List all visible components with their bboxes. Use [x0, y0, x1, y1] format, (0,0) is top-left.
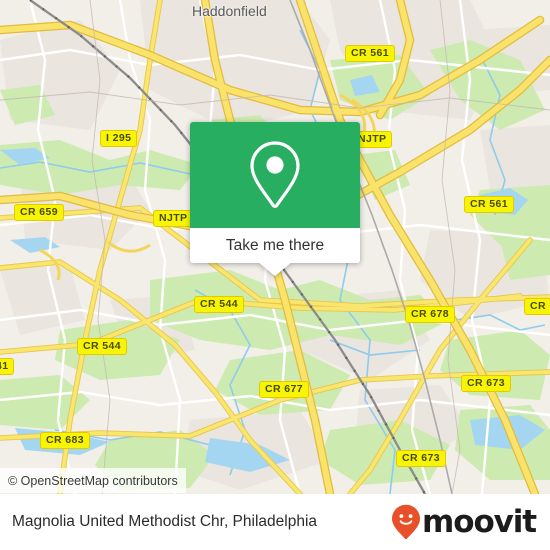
moovit-wordmark: moovit [422, 503, 537, 540]
location-pin-icon [250, 141, 300, 208]
place-label-haddonfield: Haddonfield [192, 3, 267, 19]
road-shield: CR [524, 298, 550, 315]
map-screenshot: Haddonfield CR 561 I 295 NJTP CR 561 CR … [0, 0, 550, 550]
bottom-bar: Magnolia United Methodist Chr, Philadelp… [0, 494, 550, 550]
popup-header [190, 122, 360, 228]
road-shield: CR 673 [461, 375, 512, 392]
road-shield: CR 544 [194, 296, 245, 313]
take-me-there-label: Take me there [225, 236, 325, 254]
map-attribution[interactable]: © OpenStreetMap contributors [0, 468, 186, 493]
road-shield: CR 561 [464, 196, 515, 213]
road-shield: CR 677 [259, 381, 310, 398]
road-shield: CR 673 [396, 450, 447, 467]
road-shield: CR 561 [345, 45, 396, 62]
road-shield: CR 659 [14, 204, 65, 221]
map-canvas[interactable]: Haddonfield CR 561 I 295 NJTP CR 561 CR … [0, 0, 550, 494]
location-popup[interactable]: Take me there [190, 122, 360, 276]
popup-action-bar[interactable]: Take me there [190, 228, 360, 263]
popup-tail [258, 262, 292, 276]
moovit-smiley-pin-icon [392, 504, 421, 540]
road-shield: CR 678 [405, 306, 456, 323]
location-title: Magnolia United Methodist Chr, Philadelp… [12, 513, 318, 530]
moovit-logo[interactable]: moovit [391, 503, 537, 540]
road-shield: 41 [0, 358, 15, 375]
attribution-text: © OpenStreetMap contributors [8, 473, 178, 488]
road-shield: CR 544 [77, 338, 128, 355]
road-shield: NJTP [153, 210, 194, 227]
road-shield: CR 683 [40, 432, 91, 449]
popup-body: Take me there [190, 122, 360, 263]
road-shield: I 295 [100, 130, 138, 147]
